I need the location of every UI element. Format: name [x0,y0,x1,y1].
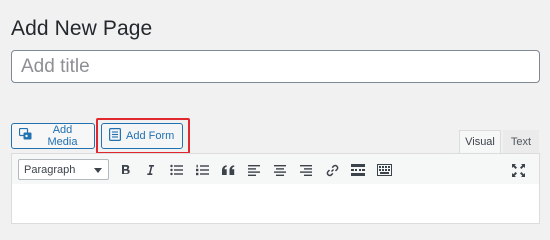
align-left-icon [248,164,260,176]
link-icon [326,164,338,176]
fullscreen-button[interactable] [508,159,528,181]
align-center-button[interactable] [270,159,290,181]
format-select[interactable]: Paragraph [18,159,109,180]
align-left-button[interactable] [244,159,264,181]
page-title: Add New Page [11,17,153,40]
blockquote-button[interactable] [218,159,238,181]
italic-button[interactable] [140,159,160,181]
chevron-down-icon [94,168,102,173]
align-center-icon [274,164,286,176]
bulleted-list-icon [169,164,183,176]
numbered-list-button[interactable] [192,159,212,181]
insert-link-button[interactable] [322,159,342,181]
toolbar-toggle-button[interactable] [374,159,394,181]
fullscreen-icon [511,163,525,177]
add-form-button[interactable]: Add Form [101,123,183,149]
editor-content-area[interactable] [11,184,540,224]
numbered-list-icon [195,164,209,176]
keyboard-icon [376,164,392,176]
form-icon [109,128,122,144]
blockquote-icon [221,164,234,175]
align-right-icon [300,164,312,176]
italic-icon [147,165,154,175]
editor-toolbar: Paragraph [11,153,540,185]
add-form-label: Add Form [126,130,175,142]
read-more-button[interactable] [348,159,368,181]
add-media-label: Add Media [47,124,78,148]
title-input[interactable] [11,50,540,83]
align-right-button[interactable] [296,159,316,181]
bold-icon [122,165,130,174]
format-select-value: Paragraph [24,163,76,176]
read-more-icon [351,164,365,176]
add-media-button[interactable]: Add Media [11,123,95,149]
tab-text[interactable]: Text [503,130,539,153]
bold-button[interactable] [116,159,136,181]
bulleted-list-button[interactable] [166,159,186,181]
media-icon [18,127,33,144]
tab-visual[interactable]: Visual [459,130,501,153]
